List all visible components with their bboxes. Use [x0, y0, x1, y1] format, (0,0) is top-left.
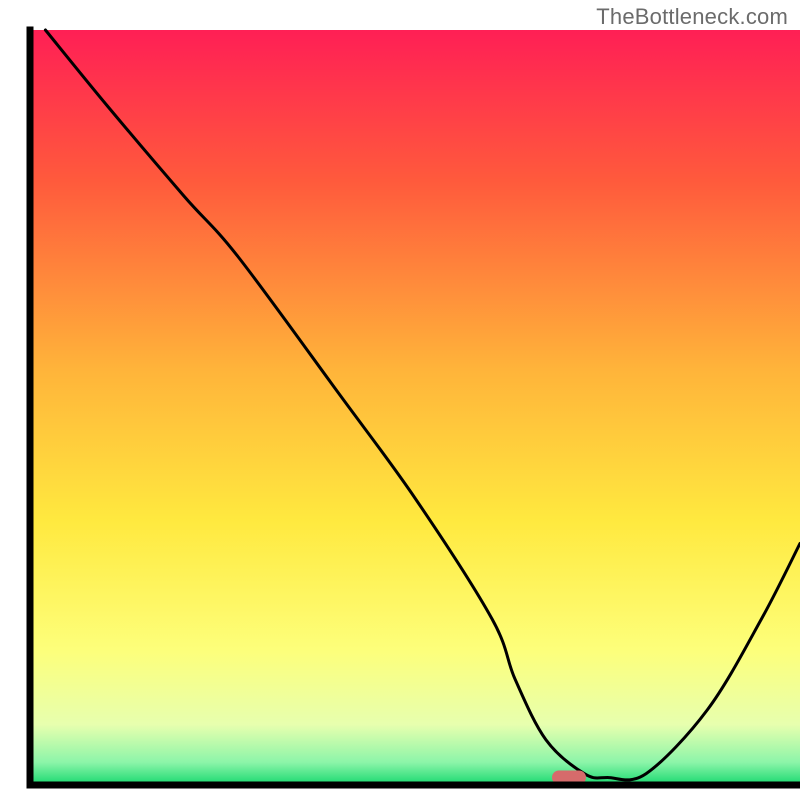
- bottleneck-chart: TheBottleneck.com: [0, 0, 800, 800]
- chart-canvas: [0, 0, 800, 800]
- watermark-text: TheBottleneck.com: [596, 4, 788, 30]
- chart-gradient-bg: [30, 30, 800, 785]
